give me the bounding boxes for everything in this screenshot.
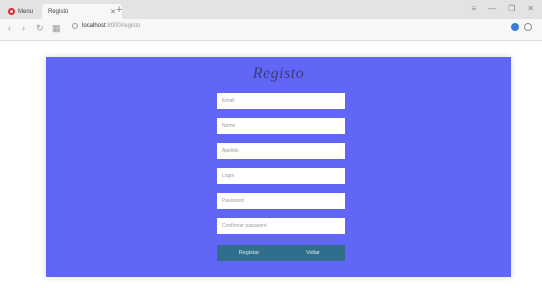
easy-setup-icon[interactable]: ≡: [471, 4, 476, 13]
tab-menu[interactable]: Menu: [6, 4, 42, 19]
extension-icon[interactable]: [524, 23, 532, 31]
site-info-icon[interactable]: [72, 23, 78, 29]
address-host: localhost: [82, 23, 106, 29]
tab-label: Menu: [18, 8, 34, 15]
forward-arrow-icon[interactable]: ›: [22, 23, 25, 33]
browser-toolbar: ‹ › ↻ ▦ localhost:8000/registo: [0, 19, 542, 40]
minimize-button[interactable]: —: [488, 4, 496, 13]
speed-dial-icon[interactable]: ▦: [52, 23, 61, 34]
back-button[interactable]: Voltar: [281, 245, 345, 261]
new-tab-button[interactable]: +: [116, 4, 122, 16]
address-path: :8000/registo: [105, 23, 141, 29]
back-arrow-icon[interactable]: ‹: [8, 23, 11, 33]
tab-strip: Menu Registo ✕ + ≡ — ❐ ✕: [0, 0, 542, 19]
browser-chrome: Menu Registo ✕ + ≡ — ❐ ✕ ‹ › ↻ ▦ localho…: [0, 0, 542, 41]
register-button[interactable]: Registar: [217, 245, 281, 261]
confirm-password-field[interactable]: [217, 218, 345, 234]
email-field[interactable]: [217, 93, 345, 109]
vpn-icon[interactable]: [511, 23, 519, 31]
reload-icon[interactable]: ↻: [36, 23, 44, 34]
toolbar-extensions: [511, 23, 532, 31]
maximize-button[interactable]: ❐: [508, 4, 515, 13]
login-field[interactable]: [217, 168, 345, 184]
register-panel: Registo Registar Voltar: [46, 57, 511, 277]
close-window-button[interactable]: ✕: [527, 4, 534, 13]
last-name-field[interactable]: [217, 143, 345, 159]
tab-label: Registo: [48, 8, 69, 15]
opera-logo-icon[interactable]: [8, 8, 15, 15]
tab-registo[interactable]: Registo ✕: [42, 4, 122, 19]
address-bar[interactable]: localhost:8000/registo: [72, 23, 140, 29]
form-actions: Registar Voltar: [217, 245, 345, 261]
page-title: Registo: [252, 65, 305, 82]
window-controls: ≡ — ❐ ✕: [471, 4, 534, 13]
password-field[interactable]: [217, 193, 345, 209]
first-name-field[interactable]: [217, 118, 345, 134]
